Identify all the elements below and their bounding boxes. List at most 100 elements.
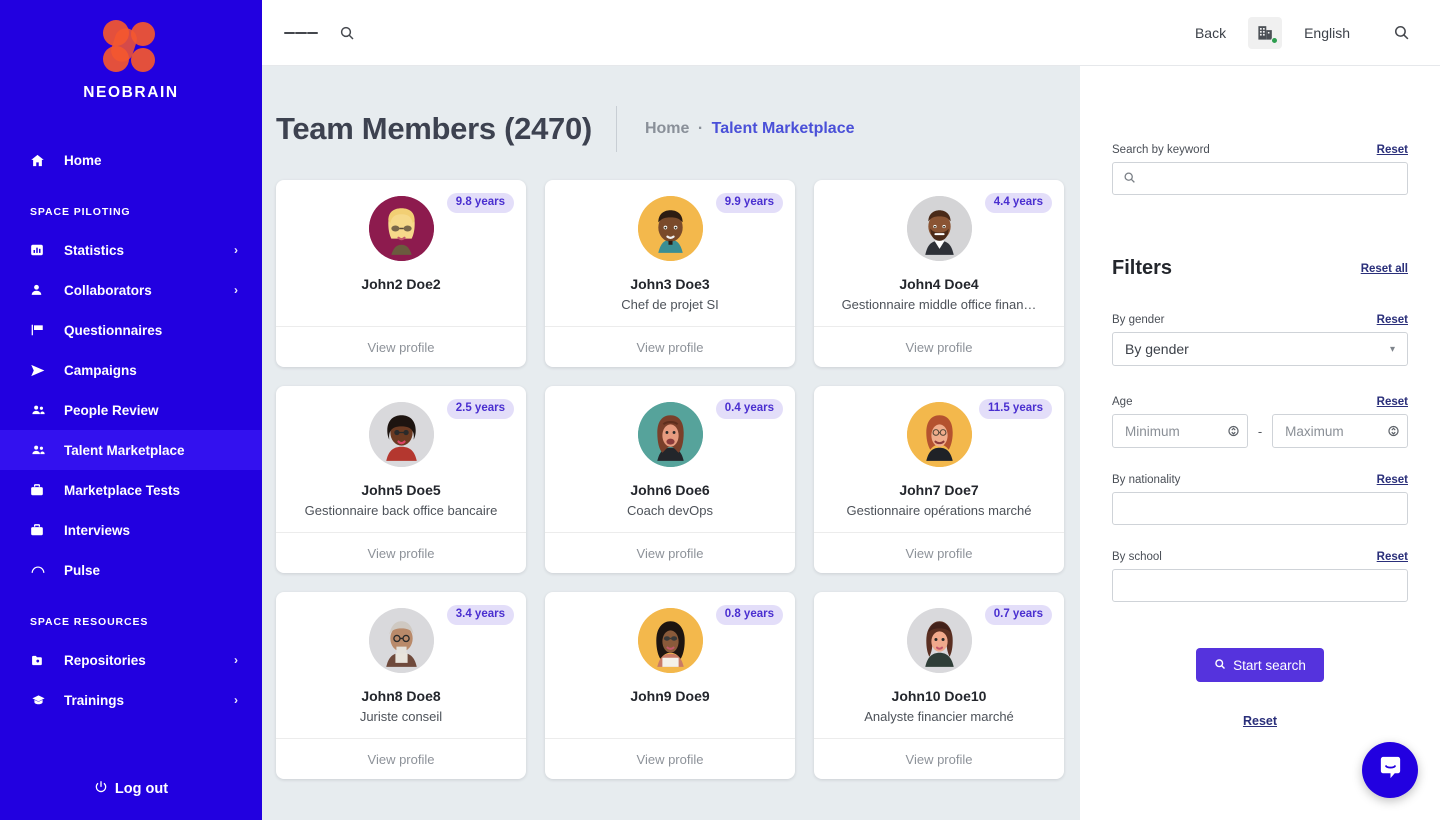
avatar [369,608,434,673]
member-card[interactable]: 9.9 years John3 Doe3 Chef de projet SI V… [545,180,795,367]
sidebar-item-repositories[interactable]: Repositories › [0,640,262,680]
filters-bottom-reset-link[interactable]: Reset [1243,714,1277,728]
sidebar-item-trainings[interactable]: Trainings › [0,680,262,720]
avatar [638,196,703,261]
school-reset-link[interactable]: Reset [1377,551,1408,563]
search-input[interactable] [1112,162,1408,195]
sidebar-item-marketplace-tests[interactable]: Marketplace Tests [0,470,262,510]
sidebar-item-label: Interviews [64,523,130,538]
member-card[interactable]: 0.8 years John9 Doe9 View profile [545,592,795,779]
breadcrumb-home[interactable]: Home [645,120,689,137]
topbar-search-icon-right[interactable] [1384,16,1418,50]
avatar [907,402,972,467]
member-card[interactable]: 2.5 years John5 Doe5 Gestionnaire back o… [276,386,526,573]
age-minimum-stepper[interactable] [1228,424,1239,438]
chevron-down-icon: ▾ [1390,344,1395,355]
chevron-right-icon: › [234,693,238,707]
chevron-right-icon: › [234,243,238,257]
tenure-badge: 4.4 years [985,193,1052,213]
member-card[interactable]: 9.8 years John2 Doe2 View profile [276,180,526,367]
briefcase-icon [30,523,52,537]
view-profile-button[interactable]: View profile [814,738,1064,779]
nationality-input[interactable] [1112,492,1408,525]
users-icon [30,403,52,417]
breadcrumb-separator: · [698,120,703,137]
sidebar-item-label: Repositories [64,653,146,668]
age-minimum-input[interactable]: Minimum [1112,414,1248,448]
breadcrumb-current[interactable]: Talent Marketplace [712,120,855,137]
intercom-chat-button[interactable] [1362,742,1418,798]
sidebar-item-questionnaires[interactable]: Questionnaires [0,310,262,350]
member-name: John7 Doe7 [899,482,978,498]
view-profile-button[interactable]: View profile [814,532,1064,573]
tenure-badge: 0.8 years [716,605,783,625]
member-name: John2 Doe2 [361,276,440,292]
neobrain-logo-icon [101,20,161,74]
sidebar-group-title-resources: SPACE RESOURCES [0,616,262,628]
sidebar-item-statistics[interactable]: Statistics › [0,230,262,270]
school-filter-block: By school Reset [1112,551,1408,602]
view-profile-button[interactable]: View profile [276,738,526,779]
member-card[interactable]: 4.4 years John4 Doe4 Gestionnaire middle… [814,180,1064,367]
sidebar-item-interviews[interactable]: Interviews [0,510,262,550]
member-card[interactable]: 0.7 years John10 Doe10 Analyste financie… [814,592,1064,779]
nationality-reset-link[interactable]: Reset [1377,474,1408,486]
sidebar-item-campaigns[interactable]: Campaigns [0,350,262,390]
age-maximum-input[interactable]: Maximum [1272,414,1408,448]
member-card[interactable]: 0.4 years John6 Doe6 Coach devOps View p… [545,386,795,573]
divider [616,106,617,152]
gender-select[interactable]: By gender ▾ [1112,332,1408,366]
member-name: John8 Doe8 [361,688,440,704]
sidebar-nav: Home SPACE PILOTING Statistics › Collabo… [0,140,262,720]
search-reset-link[interactable]: Reset [1377,144,1408,156]
body-split: Team Members (2470) Home · Talent Market… [262,66,1440,820]
chart-icon [30,243,52,257]
search-icon [1214,658,1226,673]
avatar [907,608,972,673]
sidebar-item-collaborators[interactable]: Collaborators › [0,270,262,310]
sidebar-item-home[interactable]: Home [0,140,262,180]
sidebar-item-label: Home [64,153,102,168]
view-profile-button[interactable]: View profile [814,326,1064,367]
view-profile-button[interactable]: View profile [545,532,795,573]
gender-reset-link[interactable]: Reset [1377,314,1408,326]
gender-label: By gender [1112,314,1164,326]
view-profile-button[interactable]: View profile [545,326,795,367]
sidebar-item-label: Trainings [64,693,124,708]
sidebar-item-talent-marketplace[interactable]: Talent Marketplace [0,430,262,470]
start-search-button[interactable]: Start search [1196,648,1324,682]
page-title: Team Members (2470) [276,111,592,147]
briefcase-icon [30,483,52,497]
age-reset-link[interactable]: Reset [1377,396,1408,408]
sidebar-item-label: Collaborators [64,283,152,298]
hamburger-icon[interactable] [284,16,318,50]
member-name: John6 Doe6 [630,482,709,498]
school-input[interactable] [1112,569,1408,602]
school-label: By school [1112,551,1162,563]
back-button[interactable]: Back [1195,25,1226,41]
view-profile-button[interactable]: View profile [276,326,526,367]
age-filter-block: Age Reset Minimum - Maximum [1112,396,1408,448]
member-role: Chef de projet SI [621,297,719,312]
language-selector[interactable]: English [1304,25,1350,41]
logout-button[interactable]: Log out [0,780,262,798]
content-area: Team Members (2470) Home · Talent Market… [262,66,1080,820]
topbar-search-icon[interactable] [330,16,364,50]
sidebar-item-people-review[interactable]: People Review [0,390,262,430]
sidebar-item-pulse[interactable]: Pulse [0,550,262,590]
sidebar-item-label: Pulse [64,563,100,578]
breadcrumb: Home · Talent Marketplace [645,120,855,138]
sidebar: NEOBRAIN Home SPACE PILOTING Statistics … [0,0,262,820]
gender-select-value: By gender [1125,341,1189,357]
age-maximum-stepper[interactable] [1388,424,1399,438]
member-card[interactable]: 3.4 years John8 Doe8 Juriste conseil Vie… [276,592,526,779]
filters-header: Filters Reset all [1112,257,1408,280]
view-profile-button[interactable]: View profile [276,532,526,573]
company-building-icon[interactable] [1248,17,1282,49]
reset-all-link[interactable]: Reset all [1361,263,1408,275]
brand-name: NEOBRAIN [0,84,262,102]
view-profile-button[interactable]: View profile [545,738,795,779]
member-card[interactable]: 11.5 years John7 Doe7 Gestionnaire opéra… [814,386,1064,573]
filters-panel: Search by keyword Reset Filters Reset al… [1080,66,1440,820]
sidebar-item-label: Marketplace Tests [64,483,180,498]
